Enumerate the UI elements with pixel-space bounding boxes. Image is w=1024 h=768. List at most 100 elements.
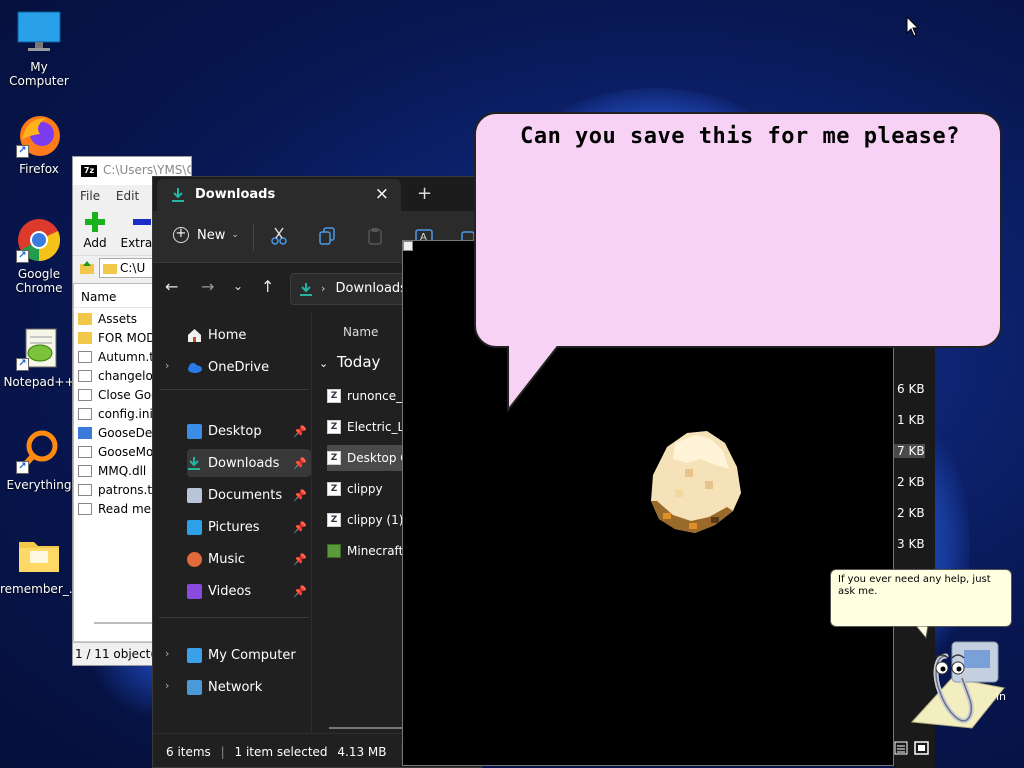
clippy-tooltip[interactable]: If you ever need any help, just ask me.	[830, 569, 1012, 627]
sidebar-item-music[interactable]: Music 📌	[187, 545, 311, 573]
sidebar-item-home[interactable]: Home	[187, 321, 311, 349]
new-button[interactable]: + New ⌄	[173, 227, 239, 243]
sevenzip-path-text: C:\U	[120, 261, 146, 275]
clippy-assistant-icon[interactable]	[908, 638, 1008, 730]
speech-bubble-tail	[507, 346, 559, 412]
sidebar-item-desktop[interactable]: Desktop 📌	[187, 417, 311, 445]
sandwich-sprite-icon[interactable]	[645, 429, 745, 541]
clippy-tooltip-text: If you ever need any help, just ask me.	[838, 574, 991, 597]
paste-icon[interactable]	[367, 227, 383, 245]
selected-count: 1 item selected	[234, 745, 328, 759]
forward-arrow-icon[interactable]: →	[201, 277, 214, 296]
cut-icon[interactable]	[271, 227, 287, 245]
back-arrow-icon[interactable]: ←	[165, 277, 178, 296]
desktop-icon-label: My Computer	[9, 60, 69, 88]
file-icon	[78, 502, 92, 515]
desktop-icon-notepad-plus-plus[interactable]: ↗ Notepad++	[0, 325, 78, 389]
copy-icon[interactable]	[319, 227, 335, 245]
file-name: runonce_	[347, 389, 403, 403]
monitor-icon	[16, 10, 62, 56]
expand-chevron-icon[interactable]: ›	[165, 647, 169, 660]
sidebar-item-network[interactable]: Network	[187, 673, 311, 701]
up-folder-icon[interactable]	[79, 260, 95, 276]
new-tab-icon[interactable]: +	[417, 183, 432, 204]
desktop-icon-label: Firefox	[19, 162, 59, 176]
speech-bubble-text: Can you save this for me please?	[520, 124, 960, 149]
desktop-icon-label: Everything	[6, 478, 72, 492]
pin-icon[interactable]: 📌	[293, 553, 307, 566]
details-view-icon[interactable]	[894, 740, 908, 756]
sidebar-item-label: OneDrive	[208, 359, 270, 375]
file-icon	[78, 350, 92, 363]
desktop-icon	[187, 423, 202, 439]
sidebar-item-label: Desktop	[208, 423, 262, 439]
folder-icon	[78, 331, 92, 344]
expand-chevron-icon[interactable]: ›	[165, 679, 169, 692]
sidebar-item-documents[interactable]: Documents 📌	[187, 481, 311, 509]
sidebar-item-label: Network	[208, 679, 263, 695]
expand-chevron-icon[interactable]: ›	[165, 359, 169, 372]
zip-archive-icon: Z	[327, 482, 341, 496]
new-label: New	[197, 227, 226, 243]
desktop-icon-firefox[interactable]: ↗ Firefox	[0, 112, 78, 176]
tiles-view-icon[interactable]	[914, 740, 930, 756]
desktop-icon-everything[interactable]: ↗ Everything	[0, 428, 78, 492]
chrome-icon: ↗	[16, 217, 62, 263]
toolbar-divider	[253, 223, 254, 251]
file-icon	[78, 388, 92, 401]
sidebar-item-pictures[interactable]: Pictures 📌	[187, 513, 311, 541]
chevron-down-icon: ⌄	[231, 230, 239, 240]
desktop-icon-remember-folder[interactable]: remember_...	[0, 532, 81, 596]
file-name: Electric_L	[347, 420, 405, 434]
desktop-icon-my-computer[interactable]: My Computer	[0, 10, 78, 88]
navigation-pane: Home › OneDrive Desktop 📌 Downloads 📌 Do…	[153, 313, 311, 733]
close-tab-icon[interactable]: ×	[375, 184, 389, 204]
sidebar-item-videos[interactable]: Videos 📌	[187, 577, 311, 605]
pane-divider	[311, 313, 312, 733]
desktop-icon-chrome[interactable]: ↗ Google Chrome	[0, 217, 78, 295]
sidebar-item-my-computer[interactable]: My Computer	[187, 641, 311, 669]
window-corner-icon	[403, 241, 413, 251]
file-size: 7 KB	[893, 444, 925, 458]
pin-icon[interactable]: 📌	[293, 585, 307, 598]
zip-archive-icon: Z	[327, 420, 341, 434]
desktop-icon-label: remember_...	[0, 582, 81, 596]
zip-archive-icon: Z	[327, 513, 341, 527]
menu-edit[interactable]: Edit	[116, 189, 139, 203]
add-circle-icon: +	[173, 227, 189, 243]
pin-icon[interactable]: 📌	[293, 457, 307, 470]
file-size: 6 KB	[897, 382, 925, 396]
speech-bubble: Can you save this for me please?	[474, 112, 1002, 348]
list-item-label: Close Goo	[98, 387, 159, 402]
folder-icon	[16, 532, 62, 578]
add-label: Add	[83, 236, 107, 250]
column-header-name[interactable]: Name	[343, 325, 378, 339]
pin-icon[interactable]: 📌	[293, 521, 307, 534]
group-header-today[interactable]: ⌄ Today	[319, 353, 380, 371]
file-icon	[78, 407, 92, 420]
recent-locations-chevron-icon[interactable]: ⌄	[233, 279, 243, 293]
firefox-icon: ↗	[16, 112, 62, 158]
menu-file[interactable]: File	[80, 189, 100, 203]
up-arrow-icon[interactable]: ↑	[261, 277, 274, 296]
home-icon	[188, 328, 201, 342]
download-arrow-icon	[300, 283, 312, 296]
zip-archive-icon: Z	[327, 389, 341, 403]
sevenzip-logo-icon: 7z	[81, 165, 97, 177]
item-count: 6 items	[166, 745, 211, 759]
tab-downloads[interactable]: Downloads ×	[157, 179, 401, 211]
monitor-icon	[187, 647, 202, 663]
sidebar-item-onedrive[interactable]: OneDrive	[187, 353, 311, 381]
magnifier-icon: ↗	[16, 428, 62, 474]
pin-icon[interactable]: 📌	[293, 489, 307, 502]
pin-icon[interactable]: 📌	[293, 425, 307, 438]
add-button[interactable]: Add	[81, 211, 109, 250]
breadcrumb-chevron-icon: ›	[321, 282, 326, 295]
shortcut-arrow-icon: ↗	[16, 250, 29, 263]
file-icon	[78, 369, 92, 382]
list-item-label: config.ini	[98, 406, 153, 421]
view-toggle-group	[894, 740, 934, 760]
cloud-icon	[188, 362, 202, 373]
notepad-plus-plus-icon: ↗	[16, 325, 62, 371]
sidebar-item-downloads[interactable]: Downloads 📌	[187, 449, 311, 477]
